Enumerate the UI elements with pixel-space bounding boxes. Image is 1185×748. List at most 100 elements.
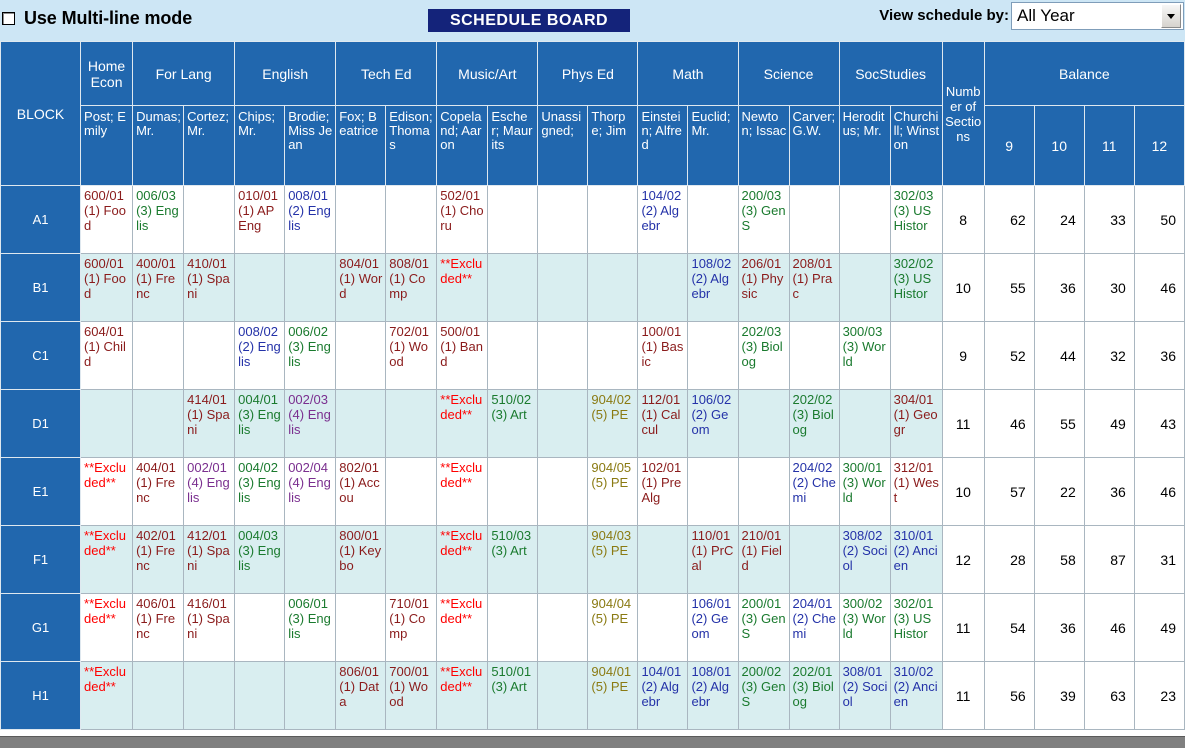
schedule-cell[interactable]: 200/03 (3) GenS — [737, 185, 790, 254]
schedule-cell[interactable] — [487, 253, 539, 322]
schedule-cell[interactable] — [335, 185, 387, 254]
department-header[interactable]: SocStudies — [838, 41, 943, 106]
schedule-cell[interactable]: 104/01 (2) Algebr — [637, 661, 689, 730]
schedule-cell[interactable] — [587, 253, 639, 322]
schedule-cell[interactable] — [385, 525, 438, 594]
department-header[interactable]: Home Econ — [80, 41, 134, 106]
teacher-column-header[interactable]: Newton; Issac — [737, 105, 790, 186]
schedule-cell[interactable] — [487, 321, 539, 390]
department-header[interactable]: For Lang — [132, 41, 236, 106]
block-label[interactable]: B1 — [0, 253, 82, 322]
schedule-cell[interactable]: 502/01 (1) Choru — [436, 185, 489, 254]
teacher-column-header[interactable]: Escher; Maurits — [487, 105, 539, 186]
schedule-cell[interactable] — [183, 321, 236, 390]
multiline-mode-checkbox[interactable] — [2, 12, 15, 25]
schedule-cell[interactable] — [838, 185, 891, 254]
schedule-cell[interactable]: 204/01 (2) Chemi — [788, 593, 840, 662]
schedule-cell[interactable] — [80, 389, 134, 458]
schedule-cell[interactable]: 604/01 (1) Child — [80, 321, 134, 390]
schedule-cell[interactable]: 308/02 (2) Sociol — [838, 525, 891, 594]
schedule-cell[interactable]: 006/01 (3) Englis — [284, 593, 337, 662]
schedule-cell[interactable]: 300/03 (3) World — [838, 321, 891, 390]
schedule-cell[interactable]: 200/02 (3) GenS — [737, 661, 790, 730]
schedule-cell[interactable]: 510/02 (3) Art — [487, 389, 539, 458]
schedule-cell[interactable]: 300/01 (3) World — [838, 457, 891, 526]
schedule-cell[interactable]: 106/01 (2) Geom — [687, 593, 739, 662]
schedule-cell[interactable] — [385, 389, 438, 458]
teacher-column-header[interactable]: Thorpe; Jim — [587, 105, 639, 186]
department-header[interactable]: Tech Ed — [335, 41, 438, 106]
schedule-cell[interactable]: 904/03 (5) PE — [587, 525, 639, 594]
schedule-cell[interactable]: 100/01 (1) Basic — [637, 321, 689, 390]
schedule-cell[interactable] — [234, 593, 286, 662]
schedule-cell[interactable] — [132, 321, 185, 390]
schedule-cell[interactable]: 110/01 (1) PrCal — [687, 525, 739, 594]
department-header[interactable]: Science — [737, 41, 840, 106]
schedule-cell[interactable]: 600/01 (1) Food — [80, 253, 134, 322]
schedule-cell[interactable]: 406/01 (1) Frenc — [132, 593, 185, 662]
schedule-cell[interactable] — [234, 253, 286, 322]
schedule-cell[interactable]: 002/04 (4) Englis — [284, 457, 337, 526]
schedule-cell[interactable]: 414/01 (1) Spani — [183, 389, 236, 458]
schedule-cell[interactable]: 416/01 (1) Spani — [183, 593, 236, 662]
schedule-cell[interactable]: 008/02 (2) Englis — [234, 321, 286, 390]
schedule-cell[interactable]: 104/02 (2) Algebr — [637, 185, 689, 254]
schedule-cell[interactable]: 410/01 (1) Spani — [183, 253, 236, 322]
schedule-cell[interactable]: 204/02 (2) Chemi — [788, 457, 840, 526]
schedule-cell[interactable]: 202/01 (3) Biolog — [788, 661, 840, 730]
schedule-cell[interactable]: 702/01 (1) Wood — [385, 321, 438, 390]
schedule-cell[interactable] — [687, 457, 739, 526]
schedule-cell[interactable]: 806/01 (1) Data — [335, 661, 387, 730]
schedule-cell[interactable]: 510/03 (3) Art — [487, 525, 539, 594]
schedule-cell[interactable] — [234, 661, 286, 730]
schedule-cell[interactable]: 904/02 (5) PE — [587, 389, 639, 458]
schedule-cell[interactable]: **Excluded** — [80, 593, 134, 662]
schedule-cell[interactable] — [537, 389, 589, 458]
block-label[interactable]: D1 — [0, 389, 82, 458]
schedule-cell[interactable]: 302/03 (3) US Histor — [889, 185, 943, 254]
teacher-column-header[interactable]: Copeland; Aaron — [436, 105, 489, 186]
teacher-column-header[interactable]: Post; Emily — [80, 105, 134, 186]
schedule-cell[interactable]: 102/01 (1) PreAlg — [637, 457, 689, 526]
schedule-cell[interactable] — [788, 525, 840, 594]
schedule-cell[interactable]: 108/02 (2) Algebr — [687, 253, 739, 322]
schedule-cell[interactable] — [537, 457, 589, 526]
schedule-cell[interactable] — [183, 661, 236, 730]
teacher-column-header[interactable]: Einstein; Alfred — [637, 105, 689, 186]
schedule-cell[interactable] — [537, 593, 589, 662]
schedule-cell[interactable]: 904/01 (5) PE — [587, 661, 639, 730]
schedule-cell[interactable] — [687, 185, 739, 254]
schedule-cell[interactable]: 002/03 (4) Englis — [284, 389, 337, 458]
schedule-cell[interactable] — [335, 593, 387, 662]
schedule-cell[interactable]: **Excluded** — [436, 661, 489, 730]
teacher-column-header[interactable]: Churchill; Winston — [889, 105, 943, 186]
schedule-cell[interactable] — [788, 321, 840, 390]
schedule-cell[interactable]: 310/02 (2) Ancien — [889, 661, 943, 730]
block-label[interactable]: H1 — [0, 661, 82, 730]
schedule-cell[interactable]: 312/01 (1) West — [889, 457, 943, 526]
schedule-cell[interactable]: 010/01 (1) AP Eng — [234, 185, 286, 254]
schedule-cell[interactable]: **Excluded** — [80, 457, 134, 526]
department-header[interactable]: English — [234, 41, 337, 106]
teacher-column-header[interactable]: Carver; G.W. — [788, 105, 840, 186]
schedule-cell[interactable]: 302/02 (3) US Histor — [889, 253, 943, 322]
teacher-column-header[interactable]: Fox; Beatrice — [335, 105, 387, 186]
block-label[interactable]: E1 — [0, 457, 82, 526]
schedule-cell[interactable]: 500/01 (1) Band — [436, 321, 489, 390]
schedule-cell[interactable] — [587, 185, 639, 254]
schedule-cell[interactable] — [284, 253, 337, 322]
schedule-cell[interactable]: 006/03 (3) Englis — [132, 185, 185, 254]
schedule-cell[interactable] — [487, 457, 539, 526]
schedule-cell[interactable]: 004/01 (3) Englis — [234, 389, 286, 458]
schedule-cell[interactable] — [335, 389, 387, 458]
schedule-cell[interactable]: 404/01 (1) Frenc — [132, 457, 185, 526]
schedule-cell[interactable] — [385, 185, 438, 254]
schedule-cell[interactable]: **Excluded** — [436, 457, 489, 526]
schedule-cell[interactable] — [537, 661, 589, 730]
schedule-cell[interactable]: 202/02 (3) Biolog — [788, 389, 840, 458]
schedule-cell[interactable]: **Excluded** — [436, 593, 489, 662]
teacher-column-header[interactable]: Chips; Mr. — [234, 105, 286, 186]
schedule-cell[interactable]: 710/01 (1) Comp — [385, 593, 438, 662]
schedule-cell[interactable] — [487, 185, 539, 254]
schedule-cell[interactable] — [637, 593, 689, 662]
